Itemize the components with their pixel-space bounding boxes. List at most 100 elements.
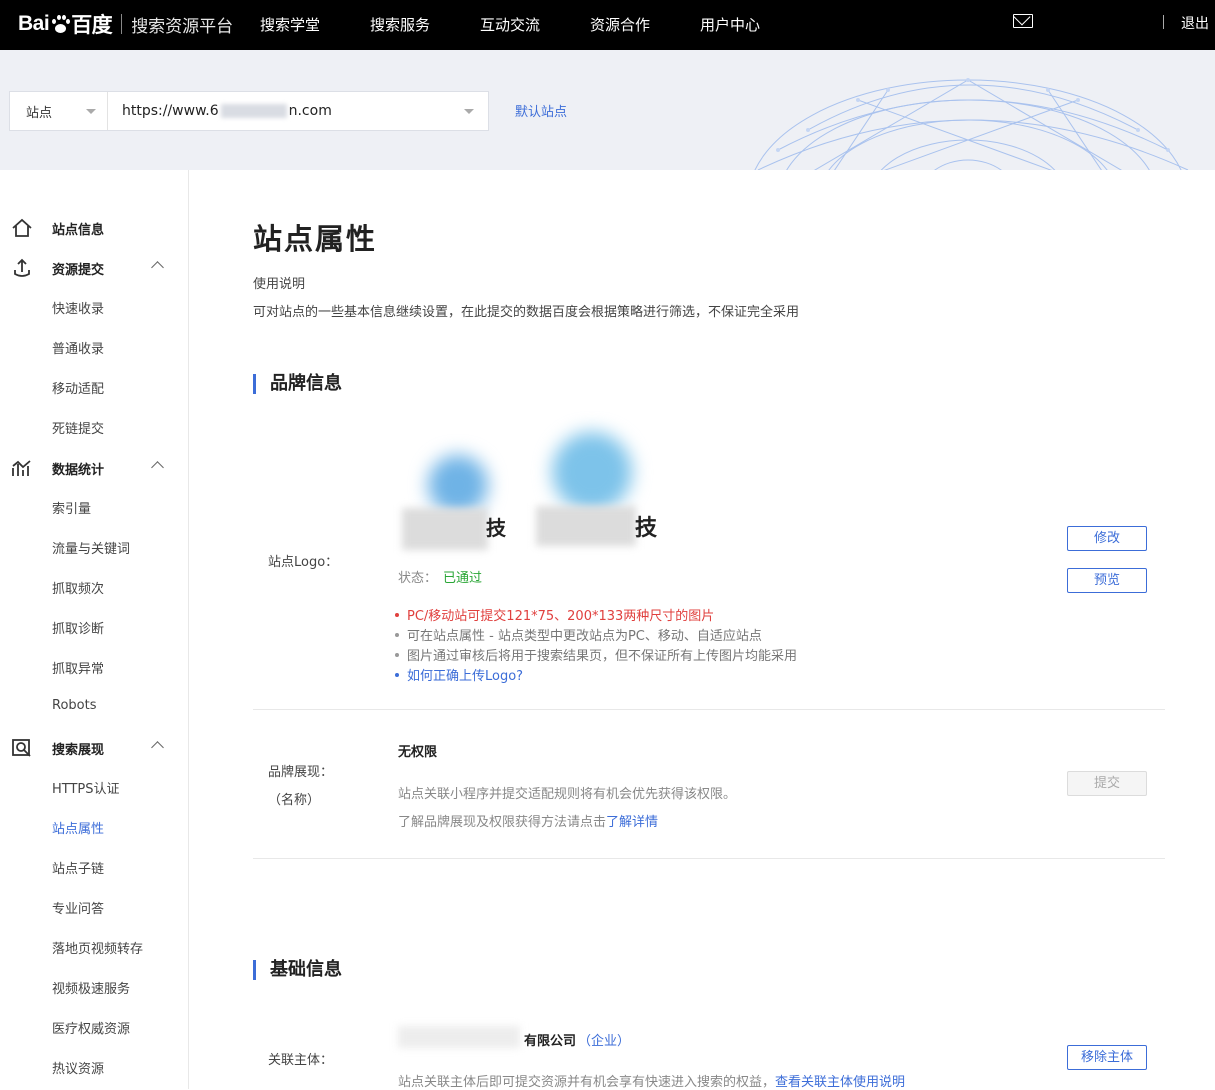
brand-permission-title: 无权限 (398, 745, 438, 760)
nav-cooperation[interactable]: 资源合作 (590, 14, 650, 35)
brand-row-sublabel: （名称） (268, 793, 321, 808)
sidebar-item-video-fast[interactable]: 视频极速服务 (52, 978, 130, 997)
brand-desc-1: 站点关联小程序并提交适配规则将有机会优先获得该权限。 (398, 787, 737, 802)
logo-wordmark: Bai 百度 (18, 9, 113, 39)
submit-icon (14, 258, 30, 277)
chevron-down-icon (86, 109, 96, 114)
company-name-text: 有限公司 (524, 1034, 577, 1049)
sidebar-item-crawl-errors[interactable]: 抓取异常 (52, 658, 104, 677)
sidebar-group-site-info[interactable]: 站点信息 (0, 215, 189, 241)
default-site-link[interactable]: 默认站点 (515, 101, 567, 120)
divider (253, 858, 1165, 859)
section-brand-info: 品牌信息 (253, 374, 342, 394)
section-basic-info: 基础信息 (253, 960, 342, 980)
sidebar-item-site-properties[interactable]: 站点属性 (52, 818, 104, 837)
entity-desc: 站点关联主体后即可提交资源并有机会享有快速进入搜索的权益，查看关联主体使用说明 (398, 1071, 905, 1090)
sidebar-item-mobile-adapt[interactable]: 移动适配 (52, 378, 104, 397)
baidu-logo[interactable]: Bai 百度 搜索资源平台 (18, 8, 233, 40)
entity-desc-text: 站点关联主体后即可提交资源并有机会享有快速进入搜索的权益， (398, 1075, 776, 1090)
sidebar-item-hot-topics[interactable]: 热议资源 (52, 1058, 104, 1077)
sidebar-item-medical[interactable]: 医疗权威资源 (52, 1018, 130, 1037)
logo-image-blurred (428, 455, 488, 515)
logo-tip-size: PC/移动站可提交121*75、200*133两种尺寸的图片 (395, 605, 714, 624)
redacted-logo-text (402, 508, 488, 550)
company-type: （企业） (578, 1034, 631, 1049)
sidebar-item-deadlink[interactable]: 死链提交 (52, 418, 104, 437)
remove-entity-button[interactable]: 移除主体 (1067, 1045, 1147, 1070)
sidebar-item-traffic-keywords[interactable]: 流量与关键词 (52, 538, 130, 557)
site-url-prefix: https://www.6 (122, 103, 219, 119)
site-type-dropdown[interactable]: 站点 (10, 92, 108, 130)
sidebar-item-fast-index[interactable]: 快速收录 (52, 298, 104, 317)
bullet-icon (395, 612, 399, 617)
platform-name: 搜索资源平台 (131, 16, 234, 37)
bullet-icon (395, 672, 399, 677)
entity-row-label: 关联主体： (268, 1053, 334, 1068)
sidebar-item-index-volume[interactable]: 索引量 (52, 498, 91, 517)
search-display-icon (12, 739, 31, 757)
site-url-suffix: n.com (288, 103, 332, 119)
logo-help-link[interactable]: 如何正确上传Logo? (395, 665, 523, 684)
sidebar-group-label: 站点信息 (52, 222, 105, 238)
sidebar-group-data-stats[interactable]: 数据统计 (0, 455, 189, 481)
chevron-up-icon (151, 261, 164, 274)
sidebar-item-sitelinks[interactable]: 站点子链 (52, 858, 104, 877)
sidebar-item-crawl-frequency[interactable]: 抓取频次 (52, 578, 104, 597)
sidebar-group-label: 资源提交 (52, 262, 105, 278)
mail-icon[interactable] (1013, 14, 1033, 28)
edit-logo-button[interactable]: 修改 (1067, 526, 1147, 551)
tip-text: 可在站点属性 - 站点类型中更改站点为PC、移动、自适应站点 (407, 629, 762, 644)
bullet-icon (395, 632, 399, 637)
site-url-dropdown[interactable]: https://www.6 n.com (108, 92, 488, 130)
logo-divider (121, 14, 123, 34)
sidebar-item-normal-index[interactable]: 普通收录 (52, 338, 104, 357)
logout-link[interactable]: 退出 (1181, 13, 1209, 33)
logo-tip-usage: 图片通过审核后将用于搜索结果页，但不保证所有上传图片均能采用 (395, 645, 797, 664)
chart-icon (12, 460, 31, 476)
chevron-up-icon (151, 741, 164, 754)
status-label: 状态： (398, 571, 438, 586)
brand-desc-2: 了解品牌展现及权限获得方法请点击了解详情 (398, 811, 658, 830)
sidebar-group-search-display[interactable]: 搜索展现 (0, 735, 189, 761)
sidebar-group-label: 数据统计 (52, 462, 105, 478)
site-selector: 站点 https://www.6 n.com (9, 91, 489, 131)
top-nav-bar: Bai 百度 搜索资源平台 搜索学堂 搜索服务 互动交流 资源合作 用户中心 退… (0, 0, 1215, 50)
usage-description: 可对站点的一些基本信息继续设置，在此提交的数据百度会根据策略进行筛选，不保证完全… (253, 305, 800, 320)
site-banner: 站点 https://www.6 n.com 默认站点 (0, 50, 1215, 170)
site-type-label: 站点 (26, 105, 53, 121)
paw-icon (50, 14, 71, 34)
nav-interaction[interactable]: 互动交流 (480, 14, 540, 35)
logo-image-blurred (552, 432, 632, 512)
sidebar-item-landing-video[interactable]: 落地页视频转存 (52, 938, 143, 957)
logo-text-right: 百度 (71, 14, 113, 37)
sidebar-item-crawl-diagnosis[interactable]: 抓取诊断 (52, 618, 104, 637)
learn-more-link[interactable]: 了解详情 (606, 815, 658, 830)
nav-search-school[interactable]: 搜索学堂 (260, 14, 320, 35)
logo-text-char: 技 (635, 516, 658, 541)
chevron-up-icon (151, 461, 164, 474)
brand-desc-text: 了解品牌展现及权限获得方法请点击 (398, 815, 607, 830)
tip-text: 如何正确上传Logo? (407, 669, 524, 684)
preview-logo-button[interactable]: 预览 (1067, 568, 1147, 593)
entity-guide-link[interactable]: 查看关联主体使用说明 (775, 1075, 905, 1090)
sidebar-item-https[interactable]: HTTPS认证 (52, 778, 120, 797)
logo-row-label: 站点Logo： (268, 555, 339, 570)
tip-text: PC/移动站可提交121*75、200*133两种尺寸的图片 (407, 609, 715, 624)
sidebar-item-robots[interactable]: Robots (52, 698, 96, 713)
tip-text: 图片通过审核后将用于搜索结果页，但不保证所有上传图片均能采用 (407, 649, 798, 664)
home-icon (12, 218, 32, 237)
company-name: 有限公司 （企业） (524, 1030, 630, 1049)
bullet-icon (395, 652, 399, 657)
sidebar-group-resource-submit[interactable]: 资源提交 (0, 255, 189, 281)
nav-user-center[interactable]: 用户中心 (700, 14, 760, 35)
status-badge: 已通过 (443, 571, 483, 586)
topbar-divider (1163, 15, 1164, 29)
logo-text-left: Bai (18, 12, 50, 35)
sidebar-group-label: 搜索展现 (52, 742, 105, 758)
sidebar-item-expert-qa[interactable]: 专业问答 (52, 898, 104, 917)
usage-title: 使用说明 (253, 277, 306, 292)
logo-status: 状态： 已通过 (398, 567, 482, 586)
submit-brand-button[interactable]: 提交 (1067, 771, 1147, 796)
page-title: 站点属性 (253, 222, 378, 256)
nav-search-service[interactable]: 搜索服务 (370, 14, 430, 35)
